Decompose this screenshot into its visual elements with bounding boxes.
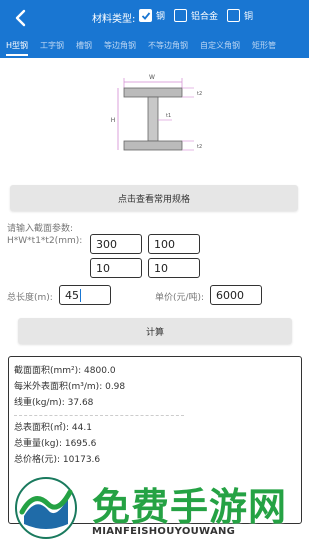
t2-label-bottom: t2 bbox=[197, 144, 202, 150]
watermark-title: 免费手游网 bbox=[92, 485, 288, 529]
view-common-specs-button[interactable]: 点击查看常用规格 bbox=[10, 185, 298, 211]
t2-label-top: t2 bbox=[197, 91, 202, 97]
app-header: 材料类型: 钢 铝合金 铜 bbox=[0, 0, 309, 36]
h-beam-diagram: W H t2 t2 t1 bbox=[111, 74, 202, 151]
tab-h-beam[interactable]: H型钢 bbox=[0, 36, 34, 58]
material-option-aluminum[interactable]: 铝合金 bbox=[174, 9, 218, 22]
t1-input[interactable]: 10 bbox=[90, 258, 142, 278]
profile-tabs: H型钢 工字钢 槽钢 等边角钢 不等边角钢 自定义角钢 矩形管 bbox=[0, 36, 309, 58]
result-section-area: 截面面积(mm²): 4800.0 bbox=[14, 366, 116, 376]
t1-label: t1 bbox=[166, 113, 171, 119]
calculate-button[interactable]: 计算 bbox=[18, 318, 292, 344]
material-type-label: 材料类型: bbox=[92, 14, 136, 25]
param-label: H*W*t1*t2(mm): bbox=[7, 236, 83, 246]
section-prompt: 请输入截面参数: bbox=[7, 224, 74, 234]
length-input[interactable]: 45 bbox=[59, 285, 111, 305]
tab-i-beam[interactable]: 工字钢 bbox=[34, 36, 70, 58]
result-linear-weight: 线重(kg/m): 37.68 bbox=[14, 398, 94, 408]
check-icon bbox=[141, 11, 150, 20]
t2-input[interactable]: 10 bbox=[148, 258, 200, 278]
tab-unequal-angle[interactable]: 不等边角钢 bbox=[142, 36, 194, 58]
w-input[interactable]: 100 bbox=[148, 234, 200, 254]
back-button[interactable] bbox=[10, 7, 30, 29]
h-label: H bbox=[111, 117, 116, 124]
h-input[interactable]: 300 bbox=[90, 234, 142, 254]
steel-label: 钢 bbox=[156, 12, 166, 22]
tab-channel[interactable]: 槽钢 bbox=[70, 36, 98, 58]
steel-checkbox[interactable] bbox=[139, 9, 152, 22]
material-option-copper[interactable]: 铜 bbox=[227, 9, 253, 22]
material-option-steel[interactable]: 钢 bbox=[139, 9, 165, 22]
tab-equal-angle[interactable]: 等边角钢 bbox=[98, 36, 142, 58]
result-surface-per-meter: 每米外表面积(m³/m): 0.98 bbox=[14, 382, 126, 392]
copper-checkbox[interactable] bbox=[227, 9, 240, 22]
watermark-subtitle: MIANFEISHOUYOUWANG bbox=[92, 526, 236, 537]
w-label: W bbox=[149, 74, 155, 81]
length-label: 总长度(m): bbox=[7, 293, 53, 303]
result-total-weight: 总重量(kg): 1695.6 bbox=[14, 439, 97, 449]
chevron-left-icon bbox=[15, 9, 26, 27]
aluminum-checkbox[interactable] bbox=[174, 9, 187, 22]
result-total-surface: 总表面积(㎡): 44.1 bbox=[14, 423, 92, 433]
copper-label: 铜 bbox=[244, 12, 254, 22]
result-total-price: 总价格(元): 10173.6 bbox=[14, 455, 101, 465]
watermark: 免费手游网 MIANFEISHOUYOUWANG bbox=[14, 468, 304, 550]
watermark-logo-icon bbox=[15, 477, 77, 539]
price-label: 单价(元/吨): bbox=[155, 293, 205, 303]
tab-custom-angle[interactable]: 自定义角钢 bbox=[194, 36, 246, 58]
divider bbox=[14, 415, 184, 416]
aluminum-label: 铝合金 bbox=[191, 12, 219, 22]
tab-rect-tube[interactable]: 矩形管 bbox=[246, 36, 282, 58]
price-input[interactable]: 6000 bbox=[210, 285, 262, 305]
